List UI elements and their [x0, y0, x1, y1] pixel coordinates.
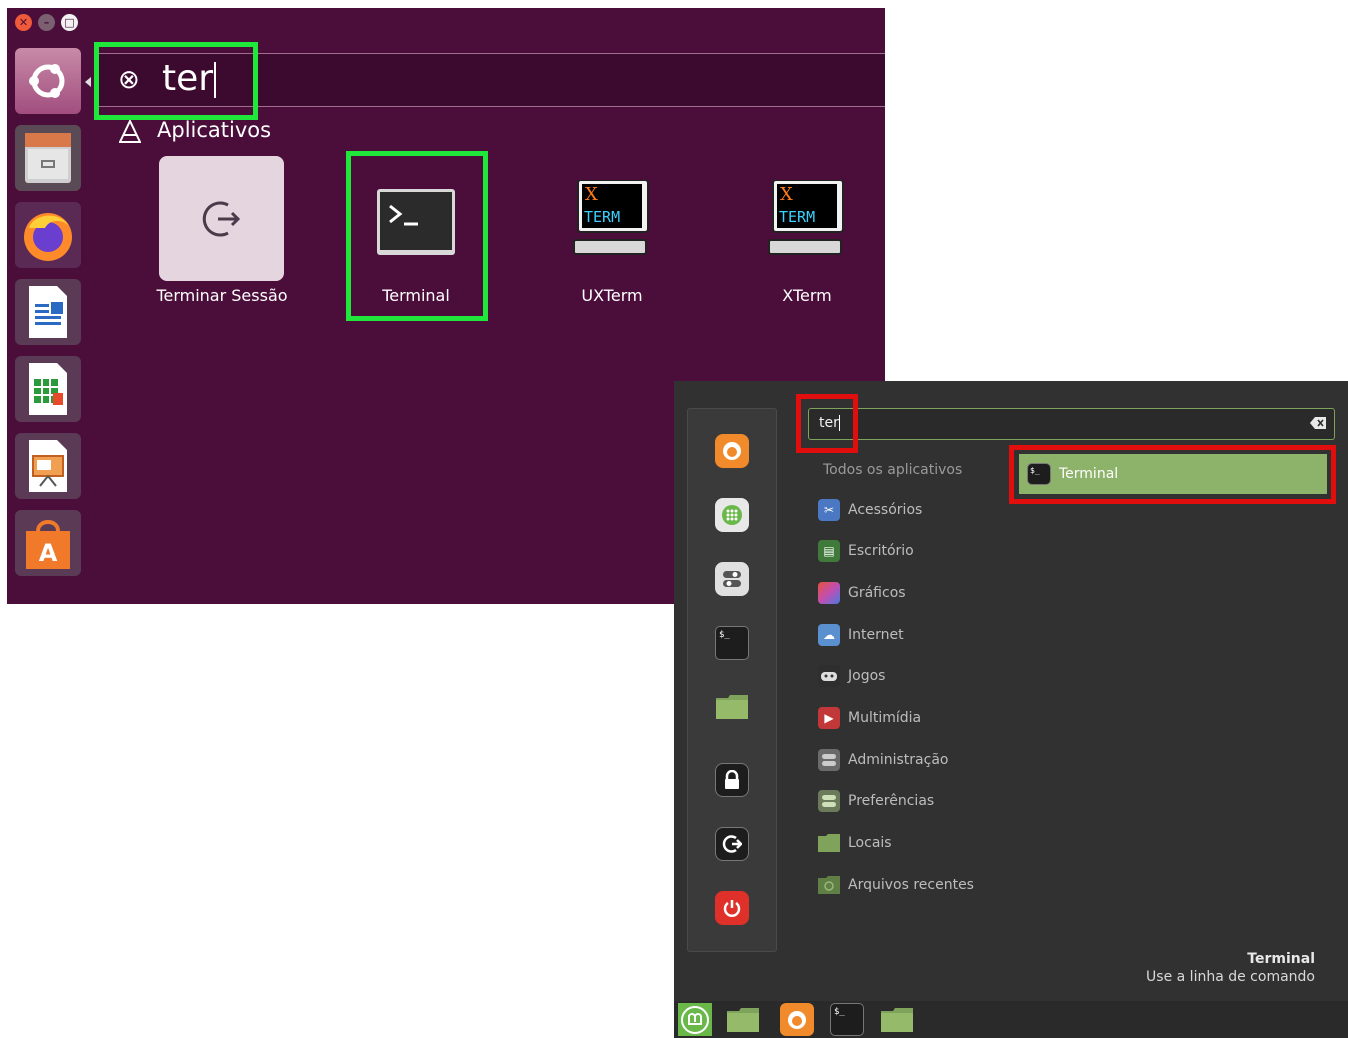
app-label-terminar-sessao[interactable]: Terminar Sessão — [137, 286, 307, 305]
category-label: Multimídia — [848, 710, 922, 726]
office-icon: ▤ — [818, 540, 840, 562]
category-graphics[interactable]: Gráficos — [818, 580, 906, 606]
logout-icon[interactable] — [715, 827, 749, 861]
lock-icon[interactable] — [715, 763, 749, 797]
category-label: Administração — [848, 752, 949, 768]
file-cabinet-icon[interactable] — [15, 125, 81, 191]
folder-icon[interactable] — [880, 1003, 914, 1036]
internet-icon: ☁ — [818, 624, 840, 646]
firefox-icon[interactable] — [15, 202, 81, 268]
category-label: Acessórios — [848, 502, 923, 518]
terminal-highlight-box — [346, 151, 488, 321]
logout-icon — [202, 201, 240, 236]
terminal-icon[interactable]: $_ — [830, 1003, 864, 1036]
administration-icon — [818, 749, 840, 771]
recent-folder-icon — [818, 874, 840, 896]
firefox-icon[interactable] — [780, 1003, 814, 1036]
graphics-icon — [818, 582, 840, 604]
category-label: Preferências — [848, 793, 935, 809]
category-label: Internet — [848, 627, 904, 643]
category-internet[interactable]: ☁ Internet — [818, 622, 904, 648]
svg-text:A: A — [39, 539, 58, 567]
category-places[interactable]: Locais — [818, 830, 892, 856]
app-description-title: Terminal — [1247, 951, 1315, 967]
category-games[interactable]: Jogos — [818, 663, 885, 689]
ubuntu-logo-icon[interactable] — [15, 48, 81, 114]
multimedia-icon: ▶ — [818, 707, 840, 729]
all-applications-item[interactable]: Todos os aplicativos — [823, 462, 962, 478]
folder-icon[interactable] — [715, 690, 749, 724]
app-description-text: Use a linha de comando — [1146, 969, 1315, 985]
category-label: Escritório — [848, 543, 914, 559]
xterm-term-text: TERM — [584, 208, 621, 226]
category-label: Jogos — [848, 668, 886, 684]
games-icon — [818, 665, 840, 687]
impress-icon[interactable] — [15, 433, 81, 499]
firefox-icon[interactable] — [715, 434, 749, 468]
applications-category-icon — [119, 120, 141, 143]
mint-menu-icon[interactable] — [678, 1003, 712, 1036]
launcher-active-arrow — [85, 77, 91, 87]
uxterm-app-icon[interactable]: X TERM — [570, 179, 654, 260]
software-center-icon[interactable]: A — [15, 510, 81, 576]
mint-menu: $_ ter Todos os aplicativos ✂ Acessórios — [674, 381, 1348, 1001]
category-heading: Aplicativos — [157, 118, 272, 142]
category-accessories[interactable]: ✂ Acessórios — [818, 497, 922, 523]
category-multimedia[interactable]: ▶ Multimídia — [818, 705, 921, 731]
category-preferences[interactable]: Preferências — [818, 788, 934, 814]
category-label: Locais — [848, 835, 892, 851]
search-highlight-box — [796, 394, 858, 453]
accessories-icon: ✂ — [818, 499, 840, 521]
xterm-app-icon[interactable]: X TERM — [765, 179, 849, 260]
category-administration[interactable]: Administração — [818, 747, 948, 773]
category-recent-files[interactable]: Arquivos recentes — [818, 872, 974, 898]
preferences-icon — [818, 790, 840, 812]
bottom-panel: $_ — [674, 1001, 1348, 1038]
settings-icon[interactable] — [715, 562, 749, 596]
calc-icon[interactable] — [15, 356, 81, 422]
xterm-term-text: TERM — [779, 208, 816, 226]
software-manager-icon[interactable] — [715, 498, 749, 532]
favorites-sidebar: $_ — [687, 408, 777, 952]
search-highlight-box — [94, 42, 258, 120]
category-label: Arquivos recentes — [848, 877, 974, 893]
launcher: A — [7, 8, 91, 604]
folder-icon[interactable] — [726, 1003, 760, 1036]
clear-search-icon[interactable] — [1310, 417, 1326, 429]
folder-icon — [818, 832, 840, 854]
app-label-xterm[interactable]: XTerm — [722, 286, 885, 305]
power-icon[interactable] — [715, 891, 749, 925]
xterm-x-text: X — [780, 184, 793, 205]
search-field[interactable]: ter — [808, 408, 1335, 440]
app-label-uxterm[interactable]: UXTerm — [527, 286, 697, 305]
xterm-x-text: X — [585, 184, 598, 205]
logout-app-tile[interactable] — [159, 156, 284, 281]
terminal-icon[interactable]: $_ — [715, 626, 749, 660]
terminal-result-highlight-box — [1009, 445, 1336, 504]
writer-icon[interactable] — [15, 279, 81, 345]
category-label: Gráficos — [848, 585, 906, 601]
mint-menu-window: $_ ter Todos os aplicativos ✂ Acessórios — [674, 381, 1348, 1038]
category-office[interactable]: ▤ Escritório — [818, 538, 914, 564]
